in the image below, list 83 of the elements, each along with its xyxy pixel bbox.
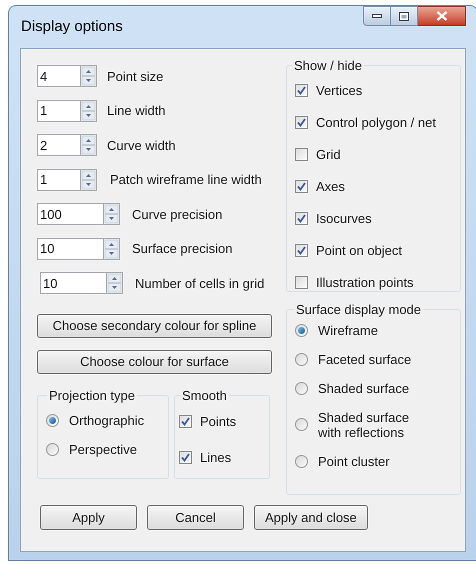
checkbox-label: Control polygon / net xyxy=(316,114,436,132)
spin-buttons[interactable] xyxy=(103,203,120,226)
checkbox[interactable] xyxy=(295,148,308,161)
checkbox[interactable] xyxy=(295,84,308,97)
radio-label: Faceted surface xyxy=(318,352,412,366)
checkbox[interactable] xyxy=(179,415,192,428)
radio-button[interactable] xyxy=(295,352,308,366)
up-down-arrows-icon xyxy=(81,170,96,190)
group-title: Show / hide xyxy=(293,57,363,75)
number-field[interactable]: 4 xyxy=(37,65,80,88)
dialog-button[interactable]: Apply xyxy=(40,505,137,530)
dialog-button[interactable]: Apply and close xyxy=(254,505,368,530)
check-icon xyxy=(181,452,190,462)
minimize-button[interactable] xyxy=(363,6,391,26)
maximize-button[interactable] xyxy=(391,6,418,26)
spin-buttons[interactable] xyxy=(80,65,97,88)
field-label: Line width xyxy=(107,102,166,120)
field-label: Curve width xyxy=(107,136,176,154)
radio-label: Wireframe xyxy=(318,322,378,338)
up-down-arrows-icon xyxy=(81,135,96,156)
field-label: Number of cells in grid xyxy=(135,274,264,293)
check-icon xyxy=(181,417,190,426)
group-title: Smooth xyxy=(181,386,228,404)
checkbox-label: Axes xyxy=(316,178,345,196)
up-down-arrows-icon xyxy=(104,238,119,259)
radio-label: Perspective xyxy=(69,442,137,457)
checkbox-label: Illustration points xyxy=(316,274,414,292)
checkbox[interactable] xyxy=(295,276,308,289)
up-down-arrows-icon xyxy=(107,273,122,294)
field-label: Surface precision xyxy=(132,240,232,258)
checkbox[interactable] xyxy=(179,450,192,464)
radio-button[interactable] xyxy=(46,414,59,427)
number-field[interactable]: 1 xyxy=(37,100,80,122)
number-field[interactable]: 10 xyxy=(40,272,106,294)
radio-label: Orthographic xyxy=(69,413,144,428)
checkbox-label: Lines xyxy=(200,448,232,466)
group-title: Projection type xyxy=(48,386,136,405)
number-field[interactable]: 2 xyxy=(37,134,80,156)
check-icon xyxy=(297,118,306,127)
close-button[interactable] xyxy=(418,6,466,26)
radio-button[interactable] xyxy=(295,454,308,468)
checkbox-label: Grid xyxy=(316,146,341,164)
group-title: Surface display mode xyxy=(295,301,422,319)
checkbox-label: Vertices xyxy=(316,82,362,100)
window-title: Display options xyxy=(20,16,123,37)
radio-label: Point cluster xyxy=(318,454,390,468)
field-label: Curve precision xyxy=(132,206,222,224)
up-down-arrows-icon xyxy=(104,204,119,224)
radio-button[interactable] xyxy=(46,443,59,456)
radio-label: Shaded surface with reflections xyxy=(318,410,410,440)
colour-button[interactable]: Choose colour for surface xyxy=(37,350,272,374)
checkbox-label: Isocurves xyxy=(316,210,372,228)
check-icon xyxy=(297,86,306,95)
checkbox[interactable] xyxy=(295,244,308,257)
radio-button[interactable] xyxy=(295,382,308,394)
spin-buttons[interactable] xyxy=(80,168,97,191)
up-down-arrows-icon xyxy=(81,66,96,86)
field-label: Point size xyxy=(107,68,164,86)
check-icon xyxy=(297,214,306,223)
spin-buttons[interactable] xyxy=(106,272,123,294)
checkbox[interactable] xyxy=(295,180,308,193)
minimize-icon xyxy=(372,14,382,18)
maximize-icon xyxy=(399,12,409,20)
radio-label: Shaded surface xyxy=(318,380,410,396)
check-icon xyxy=(297,182,306,191)
checkbox-label: Point on object xyxy=(316,242,402,260)
number-field[interactable]: 100 xyxy=(37,203,103,226)
spin-buttons[interactable] xyxy=(103,238,120,260)
number-field[interactable]: 10 xyxy=(37,238,103,260)
checkbox-label: Points xyxy=(200,413,236,431)
check-icon xyxy=(297,246,306,255)
field-label: Patch wireframe line width xyxy=(110,171,262,189)
radio-button[interactable] xyxy=(295,418,308,431)
radio-button[interactable] xyxy=(295,324,308,336)
spin-buttons[interactable] xyxy=(80,134,97,156)
colour-button[interactable]: Choose secondary colour for spline xyxy=(37,314,272,338)
dialog-button[interactable]: Cancel xyxy=(147,505,244,530)
checkbox[interactable] xyxy=(295,116,308,129)
spin-buttons[interactable] xyxy=(80,100,97,122)
close-icon xyxy=(436,11,448,21)
number-field[interactable]: 1 xyxy=(37,168,80,191)
checkbox[interactable] xyxy=(295,212,308,225)
up-down-arrows-icon xyxy=(81,100,96,121)
